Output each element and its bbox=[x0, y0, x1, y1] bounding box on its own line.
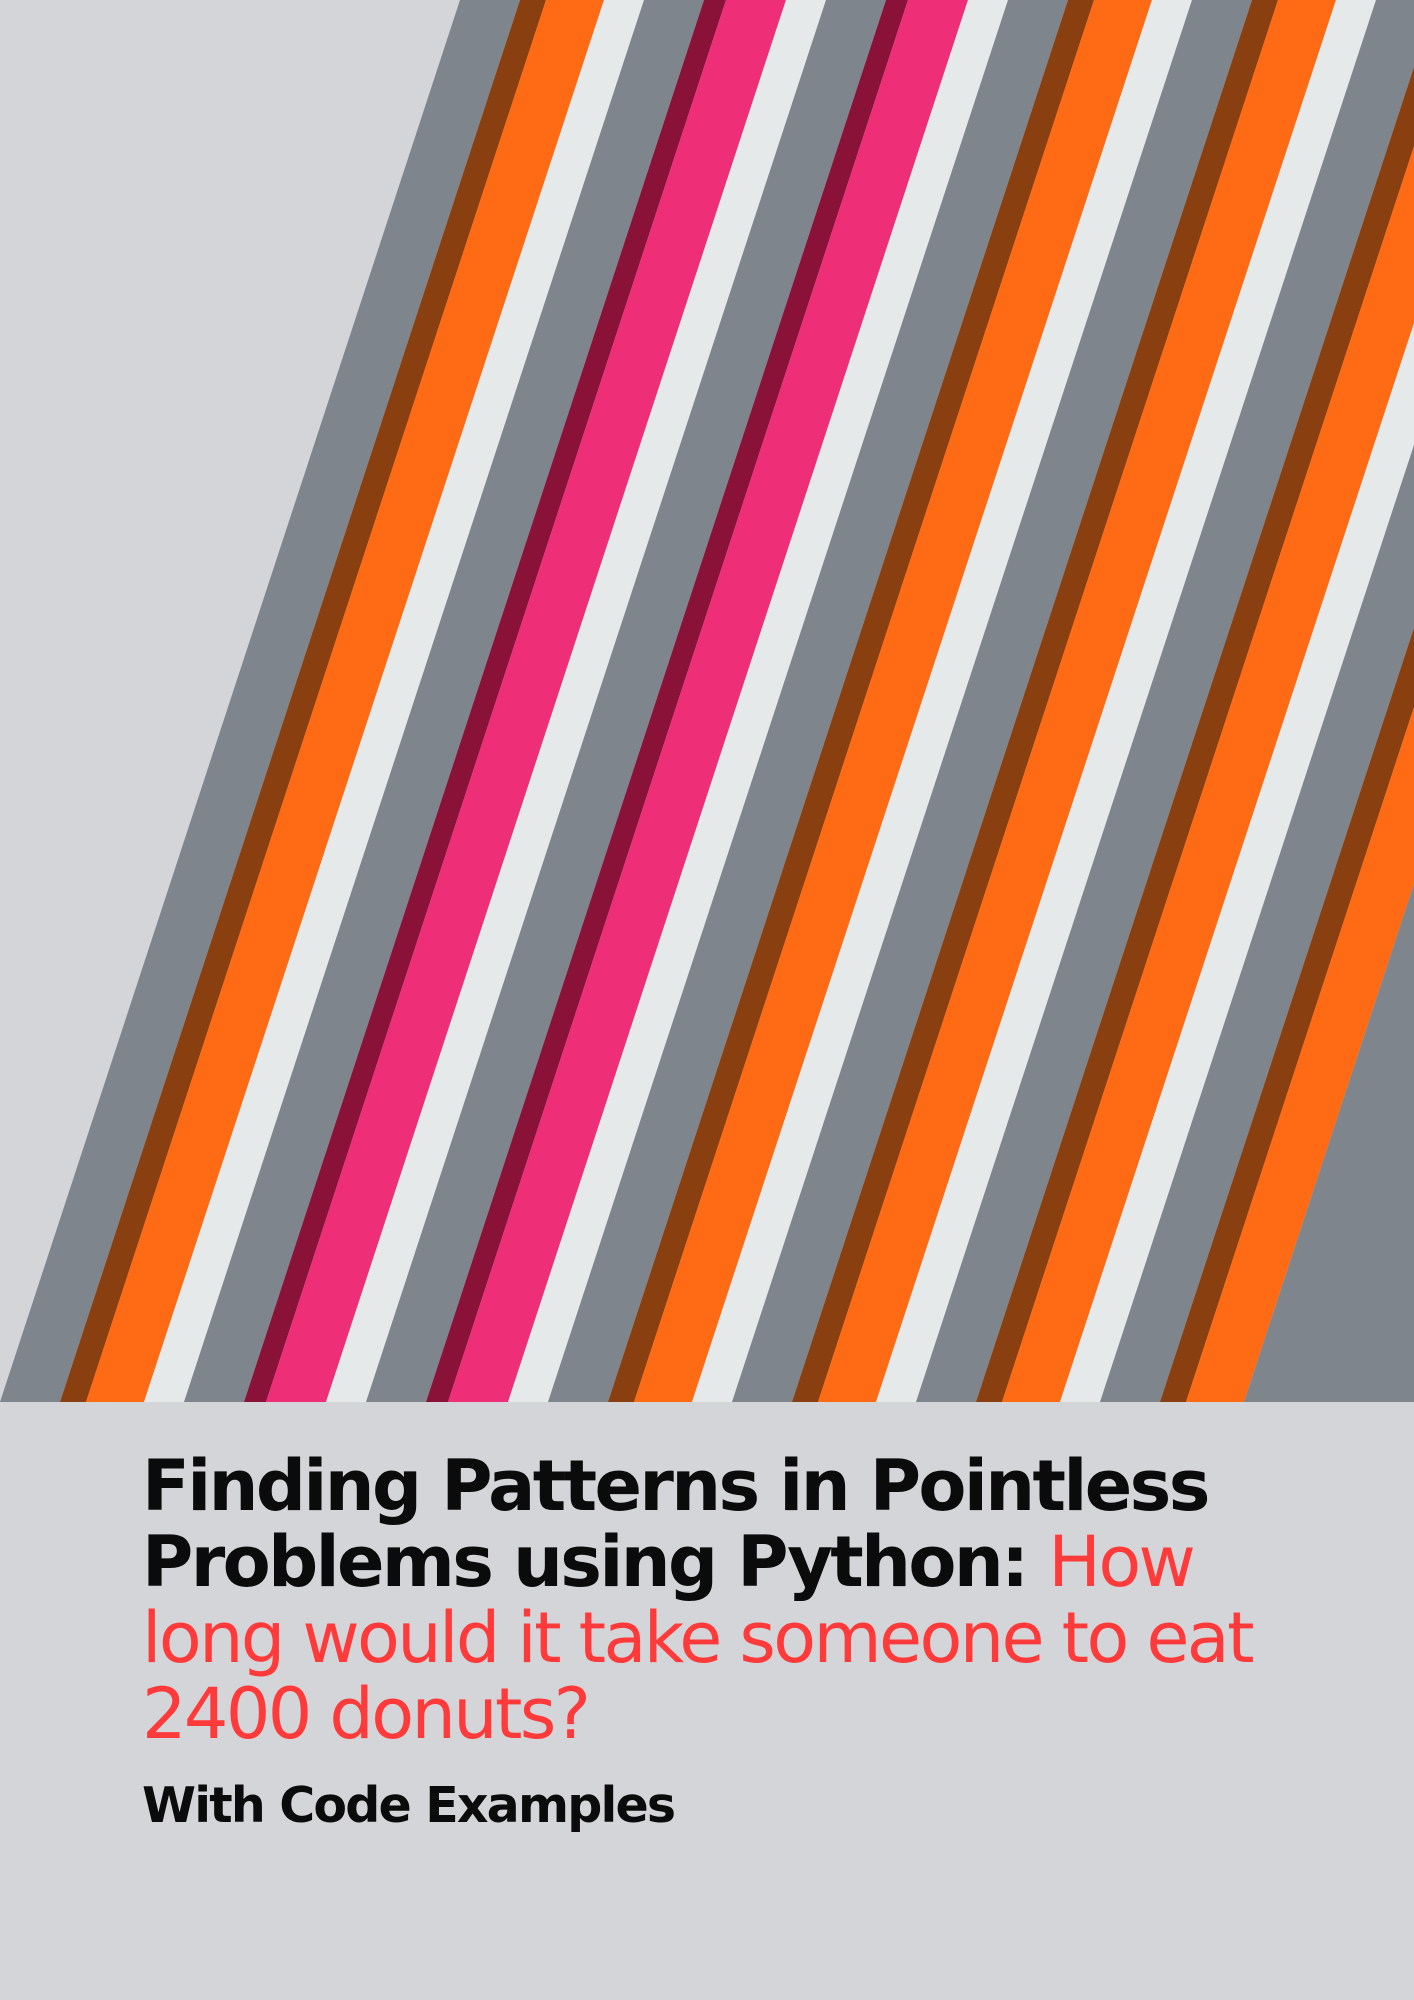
book-subtitle: With Code Examples bbox=[142, 1777, 676, 1834]
title-block: Finding Patterns in Pointless Problems u… bbox=[142, 1448, 1342, 1834]
striped-artwork bbox=[0, 0, 1414, 1402]
book-title: Finding Patterns in Pointless Problems u… bbox=[142, 1448, 1342, 1752]
